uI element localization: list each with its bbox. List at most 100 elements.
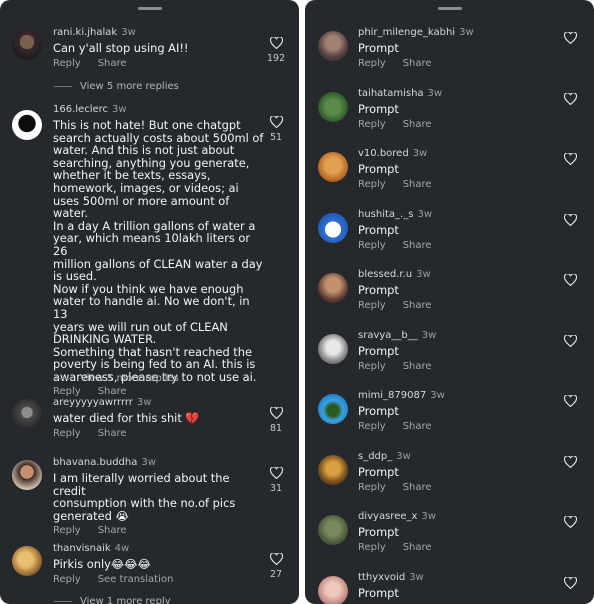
username[interactable]: bhavana.buddha bbox=[53, 457, 137, 468]
timestamp: 3w bbox=[417, 209, 432, 220]
like-button[interactable] bbox=[561, 93, 579, 105]
reply-button[interactable]: Reply bbox=[53, 428, 81, 439]
like-button[interactable] bbox=[561, 395, 579, 407]
avatar[interactable] bbox=[12, 460, 42, 490]
username[interactable]: tthyxvoid bbox=[358, 572, 405, 583]
share-button[interactable]: Share bbox=[403, 421, 432, 432]
like-button[interactable]: 192 bbox=[267, 37, 285, 64]
reply-button[interactable]: Reply bbox=[358, 421, 386, 432]
username[interactable]: hushita_._s bbox=[358, 209, 413, 220]
reply-button[interactable]: Reply bbox=[358, 542, 386, 553]
avatar[interactable] bbox=[318, 455, 348, 485]
avatar[interactable] bbox=[318, 394, 348, 424]
avatar[interactable] bbox=[318, 273, 348, 303]
avatar[interactable] bbox=[12, 546, 42, 576]
avatar[interactable] bbox=[318, 334, 348, 364]
share-button[interactable]: Share bbox=[98, 58, 127, 69]
like-button[interactable] bbox=[561, 32, 579, 44]
heart-icon bbox=[563, 32, 577, 44]
comment-text: Prompt bbox=[358, 41, 399, 55]
avatar[interactable] bbox=[318, 515, 348, 545]
timestamp: 3w bbox=[459, 27, 474, 38]
share-button[interactable]: Share bbox=[98, 525, 127, 536]
like-button[interactable] bbox=[561, 214, 579, 226]
share-button[interactable]: Share bbox=[403, 119, 432, 130]
drag-handle[interactable] bbox=[438, 7, 462, 10]
share-button[interactable]: Share bbox=[403, 482, 432, 493]
username[interactable]: s_ddp_ bbox=[358, 451, 392, 462]
reply-button[interactable]: Reply bbox=[53, 386, 81, 397]
like-count: 192 bbox=[267, 53, 286, 64]
comment-text: Can y'all stop using AI!! bbox=[53, 41, 189, 55]
view-more-replies[interactable]: View 5 more replies bbox=[80, 81, 179, 92]
like-button[interactable] bbox=[561, 335, 579, 347]
like-button[interactable]: 81 bbox=[267, 407, 285, 434]
view-more-replies[interactable]: View 1 more reply bbox=[80, 596, 171, 604]
avatar[interactable] bbox=[12, 110, 42, 140]
timestamp: 3w bbox=[421, 330, 437, 341]
reply-button[interactable]: Reply bbox=[358, 119, 386, 130]
username[interactable]: mimi_879087 bbox=[358, 390, 426, 401]
avatar[interactable] bbox=[12, 30, 42, 60]
share-button[interactable]: Share bbox=[403, 58, 432, 69]
reply-button[interactable]: Reply bbox=[358, 179, 386, 190]
reply-button[interactable]: Reply bbox=[358, 482, 386, 493]
like-button[interactable] bbox=[561, 274, 579, 286]
avatar[interactable] bbox=[318, 576, 348, 604]
like-button[interactable] bbox=[561, 456, 579, 468]
reply-button[interactable]: Reply bbox=[358, 240, 386, 251]
username[interactable]: phir_milenge_kabhi bbox=[358, 27, 455, 38]
reply-button[interactable]: Reply bbox=[53, 58, 81, 69]
comment-text: I am literally worried about the credit … bbox=[53, 471, 236, 523]
timestamp: 3w bbox=[430, 390, 445, 401]
see-translation-button[interactable]: See translation bbox=[98, 574, 174, 585]
avatar[interactable] bbox=[318, 213, 348, 243]
timestamp: 3w bbox=[112, 104, 127, 115]
share-button[interactable]: Share bbox=[403, 361, 432, 372]
timestamp: 3w bbox=[412, 148, 428, 159]
like-button[interactable] bbox=[561, 577, 579, 589]
like-button[interactable] bbox=[561, 516, 579, 528]
username[interactable]: blessed.r.u bbox=[358, 269, 412, 280]
username[interactable]: taihatamisha bbox=[358, 88, 424, 99]
avatar[interactable] bbox=[318, 152, 348, 182]
avatar[interactable] bbox=[318, 31, 348, 61]
comment-text: Pirkis only😂😂😂 bbox=[53, 557, 151, 571]
drag-handle[interactable] bbox=[138, 7, 162, 10]
timestamp: 3w bbox=[427, 88, 443, 99]
like-button[interactable]: 31 bbox=[267, 467, 285, 494]
reply-button[interactable]: Reply bbox=[53, 574, 81, 585]
reply-button[interactable]: Reply bbox=[358, 300, 386, 311]
heart-icon bbox=[563, 516, 577, 528]
like-count: 31 bbox=[269, 483, 283, 494]
username[interactable]: rani.ki.jhalak bbox=[53, 27, 117, 38]
avatar[interactable] bbox=[318, 92, 348, 122]
username[interactable]: sravya__b__ bbox=[358, 330, 418, 341]
comment-text: Prompt bbox=[358, 283, 399, 297]
username[interactable]: v10.bored bbox=[358, 148, 409, 159]
view-more-replies[interactable]: View 5 more replies bbox=[80, 373, 179, 384]
like-button[interactable] bbox=[561, 153, 579, 165]
right-comments-panel: phir_milenge_kabhi 3w Prompt Reply Share t… bbox=[305, 0, 594, 604]
avatar[interactable] bbox=[12, 399, 42, 429]
share-button[interactable]: Share bbox=[403, 542, 432, 553]
share-button[interactable]: Share bbox=[403, 179, 432, 190]
timestamp: 3w bbox=[416, 269, 431, 280]
reply-button[interactable]: Reply bbox=[53, 525, 81, 536]
heart-icon bbox=[563, 335, 577, 347]
heart-icon bbox=[563, 93, 577, 105]
username[interactable]: thanvisnaik bbox=[53, 543, 111, 554]
username[interactable]: 166.leclerc bbox=[53, 104, 108, 115]
reply-button[interactable]: Reply bbox=[358, 58, 386, 69]
share-button[interactable]: Share bbox=[98, 428, 127, 439]
username[interactable]: areyyyyyawrrrrr bbox=[53, 397, 133, 408]
heart-icon bbox=[563, 577, 577, 589]
like-button[interactable]: 27 bbox=[267, 553, 285, 580]
username[interactable]: divyasree_x bbox=[358, 511, 417, 522]
share-button[interactable]: Share bbox=[403, 240, 432, 251]
share-button[interactable]: Share bbox=[403, 300, 432, 311]
timestamp: 3w bbox=[141, 457, 156, 468]
like-button[interactable]: 51 bbox=[267, 116, 285, 143]
share-button[interactable]: Share bbox=[98, 386, 127, 397]
reply-button[interactable]: Reply bbox=[358, 361, 386, 372]
